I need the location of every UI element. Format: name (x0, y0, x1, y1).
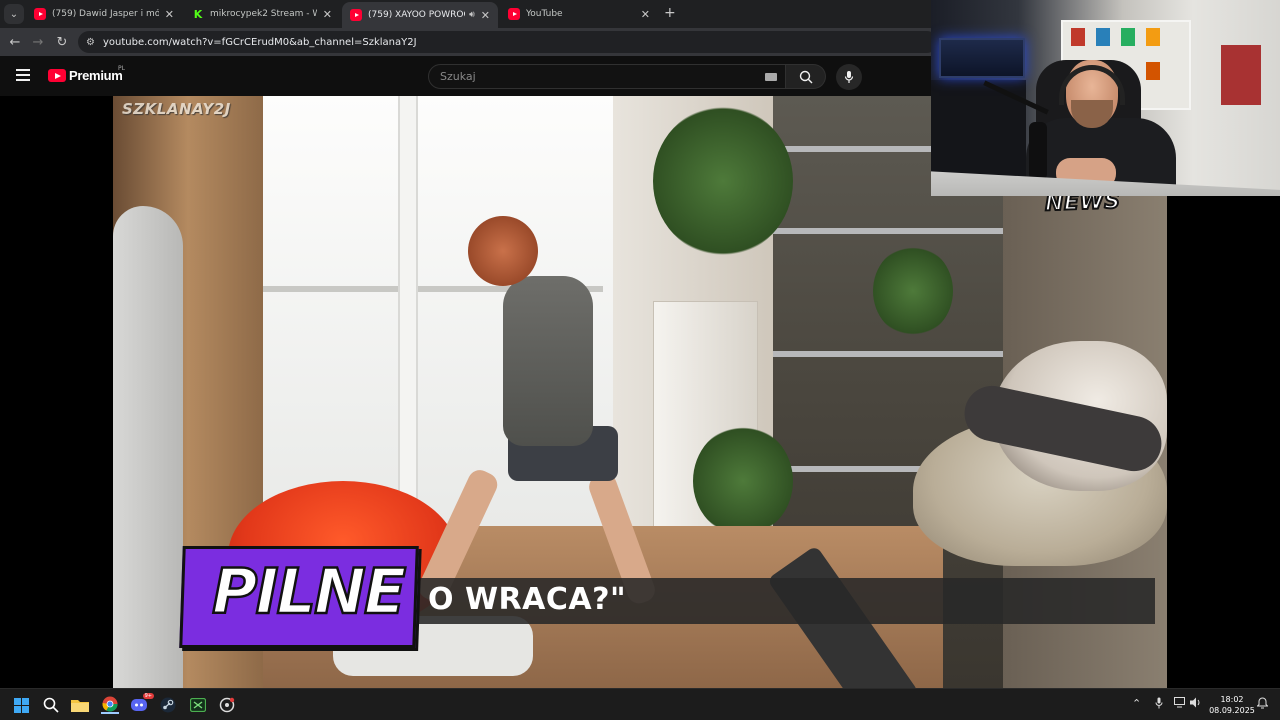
tab-title: YouTube (526, 9, 563, 19)
pilne-badge-text: PILNE (211, 554, 408, 630)
address-bar[interactable]: ⚙︎ youtube.com/watch?v=fGCrCErudM0&ab_ch… (78, 31, 938, 53)
screen: ⌄ (759) Dawid Jasper i mój zajebi ✕ K mi… (0, 0, 1280, 720)
discord-notification-badge: 9+ (142, 693, 154, 699)
discord-taskbar-button[interactable]: 9+ (130, 693, 154, 714)
voice-search-button[interactable] (836, 64, 862, 90)
search-input[interactable]: Szukaj (428, 64, 786, 89)
forward-arrow-icon[interactable]: → (29, 33, 47, 51)
youtube-logo-icon[interactable] (48, 69, 66, 82)
video-scene-shelf-bar (773, 228, 1003, 234)
back-arrow-icon[interactable]: ← (6, 33, 24, 51)
site-info-icon[interactable]: ⚙︎ (86, 37, 95, 48)
webcam-scene-aquarium (939, 38, 1025, 78)
youtube-brand-label[interactable]: Premium (69, 68, 123, 83)
folder-icon (71, 700, 89, 712)
clock-date: 08.09.2025 (1209, 706, 1255, 715)
app-taskbar-button[interactable] (218, 696, 236, 714)
chrome-taskbar-button[interactable] (101, 696, 119, 714)
caption-text: O WRACA?" (428, 582, 627, 617)
channel-watermark: SZKLANAY2J (122, 100, 231, 118)
video-scene-plant (653, 106, 793, 256)
browser-tab-2[interactable]: K mikrocypek2 Stream - Watch Li ✕ (184, 2, 340, 26)
menu-icon[interactable] (16, 69, 30, 81)
video-scene-chair (113, 206, 183, 688)
taskbar: 9+ ⌃ 18:02 08.09.2025 (0, 688, 1280, 720)
search-taskbar-button[interactable] (42, 696, 60, 714)
region-label: PL (118, 65, 125, 72)
volume-icon[interactable] (1190, 697, 1202, 711)
search-icon (799, 70, 812, 83)
network-icon[interactable] (1174, 697, 1186, 711)
chevron-up-icon[interactable]: ⌃ (1132, 697, 1141, 710)
kick-favicon-icon: K (193, 7, 203, 21)
search-placeholder: Szukaj (440, 70, 476, 83)
chevron-down-icon: ⌄ (9, 8, 19, 20)
close-icon[interactable]: ✕ (323, 8, 332, 21)
clock-time: 18:02 (1220, 695, 1244, 704)
search-button[interactable] (786, 64, 826, 89)
webcam-scene-shelf-item (1071, 28, 1085, 46)
video-scene-plant (873, 246, 953, 336)
tab-title: mikrocypek2 Stream - Watch Li (210, 9, 317, 19)
windows-logo-icon (13, 697, 29, 713)
webcam-scene-shelf-item (1146, 62, 1160, 80)
app-icon (219, 697, 235, 713)
youtube-favicon-icon (508, 8, 520, 20)
tab-title: (759) XAYOO POWRÓCI? JA (368, 10, 465, 20)
tab-search-button[interactable]: ⌄ (4, 4, 24, 24)
system-clock[interactable]: 18:02 08.09.2025 (1208, 694, 1256, 716)
browser-tab-4[interactable]: YouTube ✕ (500, 2, 658, 26)
close-icon[interactable]: ✕ (481, 9, 490, 22)
browser-tab-1[interactable]: (759) Dawid Jasper i mój zajebi ✕ (26, 2, 182, 26)
microphone-tray-icon[interactable] (1155, 697, 1163, 712)
video-scene-plant (693, 426, 793, 536)
discord-icon (131, 699, 147, 711)
video-scene-shelf-bar (773, 351, 1003, 357)
youtube-favicon-icon (34, 8, 46, 20)
url-text: youtube.com/watch?v=fGCrCErudM0&ab_chann… (102, 36, 417, 48)
xbox-taskbar-button[interactable] (189, 696, 207, 714)
speaker-icon[interactable]: 🔊︎ (469, 10, 475, 20)
video-scene-person-head (468, 216, 538, 286)
chrome-icon (102, 696, 118, 712)
webcam-scene-shelf-item (1146, 28, 1160, 46)
webcam-scene-shelf-item (1221, 45, 1261, 105)
notification-bell-icon[interactable] (1256, 697, 1269, 712)
keyboard-icon[interactable] (765, 73, 777, 81)
reload-icon[interactable]: ↻ (53, 33, 71, 51)
close-icon[interactable]: ✕ (641, 8, 650, 21)
browser-tab-3[interactable]: (759) XAYOO POWRÓCI? JA 🔊︎ ✕ (342, 2, 498, 28)
microphone-icon (844, 71, 854, 83)
webcam-overlay (931, 0, 1280, 196)
new-tab-plus-icon[interactable]: + (664, 5, 676, 21)
webcam-scene-shelf-item (1096, 28, 1110, 46)
webcam-scene-shelf-item (1121, 28, 1135, 46)
xbox-icon (190, 698, 206, 712)
steam-taskbar-button[interactable] (159, 696, 177, 714)
video-scene-person (503, 276, 593, 446)
search-icon (43, 697, 59, 713)
tab-title: (759) Dawid Jasper i mój zajebi (52, 9, 159, 19)
steam-icon (160, 697, 176, 713)
webcam-scene-microphone (1029, 122, 1047, 180)
youtube-favicon-icon (350, 9, 362, 21)
video-scene-window-frame (398, 96, 418, 526)
file-explorer-button[interactable] (71, 696, 89, 714)
close-icon[interactable]: ✕ (165, 8, 174, 21)
start-button[interactable] (12, 696, 30, 714)
